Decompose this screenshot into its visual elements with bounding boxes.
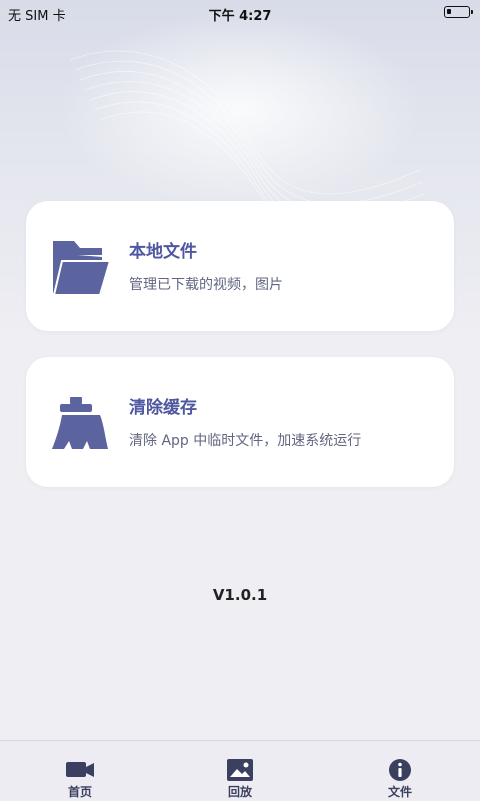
local-files-card[interactable]: 本地文件 管理已下载的视频，图片 (26, 201, 454, 331)
status-bar: 无 SIM 卡 下午 4:27 (0, 0, 480, 26)
info-icon (389, 759, 411, 781)
app-version: V1.0.1 (212, 586, 268, 604)
image-icon (227, 759, 253, 781)
tab-files[interactable]: 文件 (340, 741, 460, 801)
status-time: 下午 4:27 (208, 9, 272, 24)
folder-icon (52, 241, 112, 296)
card-title: 清除缓存 (129, 398, 197, 418)
battery-icon (444, 6, 473, 18)
bottom-tab-bar: 首页 回放 文件 (0, 740, 480, 801)
card-description: 清除 App 中临时文件，加速系统运行 (129, 433, 362, 449)
clear-cache-card[interactable]: 清除缓存 清除 App 中临时文件，加速系统运行 (26, 357, 454, 487)
tab-label: 首页 (67, 785, 92, 799)
tab-label: 文件 (387, 785, 412, 799)
card-title: 本地文件 (129, 242, 197, 262)
tab-playback[interactable]: 回放 (180, 741, 300, 801)
tab-label: 回放 (227, 785, 252, 799)
broom-icon (52, 397, 108, 449)
tab-home[interactable]: 首页 (20, 741, 140, 801)
camera-icon (66, 762, 94, 777)
card-description: 管理已下载的视频，图片 (129, 277, 283, 293)
